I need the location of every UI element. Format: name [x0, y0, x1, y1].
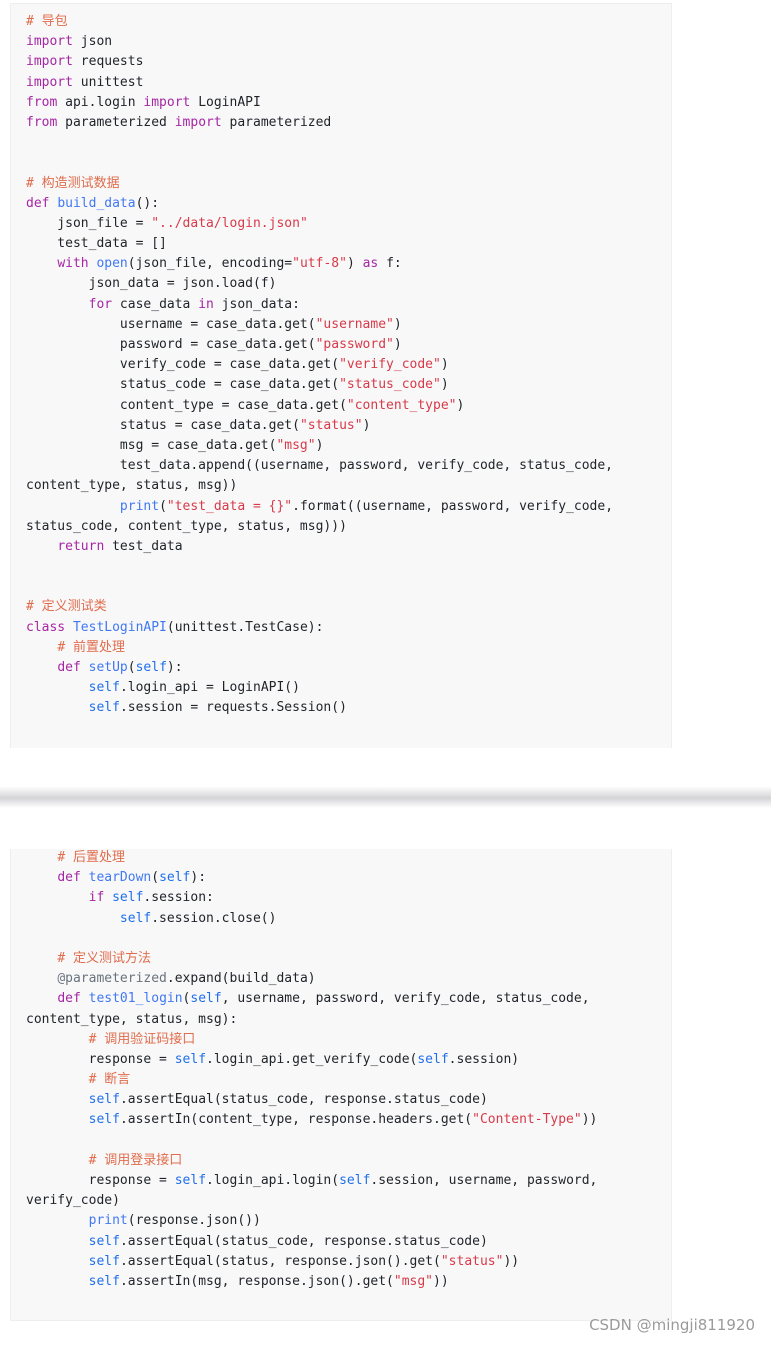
code-line: self.assertIn(msg, response.json().get("…: [88, 1273, 449, 1289]
code-line: @parameterized.expand(build_data): [57, 971, 316, 987]
code-line: # 断言: [88, 1072, 131, 1088]
code-line: response = self.login_api.login(self.ses…: [26, 1173, 598, 1188]
code-line: content_type, status, msg):: [26, 1011, 238, 1027]
code-line: self.assertEqual(status_code, response.s…: [88, 1233, 488, 1249]
code-line: self.assertEqual(status_code, response.s…: [88, 1092, 488, 1108]
code-line: def build_data():: [26, 195, 160, 211]
code-line: ​: [26, 557, 671, 577]
code-block-2: # 后置处理 def tearDown(self): if self.sessi…: [10, 849, 672, 1321]
code-line: ​: [26, 133, 671, 153]
code-line: class TestLoginAPI(unittest.TestCase):: [26, 619, 324, 635]
code-line: status = case_data.get("status"): [26, 417, 371, 433]
code-line: def tearDown(self):: [57, 870, 207, 886]
code-line: username = case_data.get("username"): [26, 316, 402, 332]
code-line: print("test_data = {}".format((username,…: [119, 498, 614, 514]
code-line: return test_data: [57, 538, 183, 554]
code-line: response = self.login_api.get_verify_cod…: [26, 1051, 520, 1067]
code-line: verify_code = case_data.get("verify_code…: [26, 357, 449, 373]
code-content: # 后置处理 def tearDown(self): if self.sessi…: [26, 848, 671, 1292]
code-block-1: # 导包 import json import requests import uni…: [10, 3, 672, 748]
code-line: self.assertEqual(status, response.json()…: [88, 1253, 520, 1269]
code-line: test_data = []: [26, 236, 167, 252]
code-line: ​: [26, 929, 671, 949]
code-line: import requests: [26, 54, 144, 70]
code-line: def test01_login(self, username, passwor…: [57, 991, 590, 1007]
code-line: content_type = case_data.get("content_ty…: [26, 397, 465, 413]
watermark: CSDN @mingji811920: [589, 1316, 755, 1334]
code-line: self.session.close(): [119, 910, 277, 926]
code-line: print(response.json()): [88, 1213, 261, 1229]
code-line: import json: [26, 34, 113, 50]
code-line: from parameterized import parameterized: [26, 114, 332, 130]
code-line: # 后置处理: [57, 850, 125, 865]
code-line: from api.login import LoginAPI: [26, 94, 261, 110]
code-line: ​: [26, 153, 671, 173]
code-line: # 调用登录接口: [88, 1152, 183, 1168]
code-line: # 调用验证码接口: [88, 1031, 196, 1047]
code-line: self.assertIn(content_type, response.hea…: [88, 1112, 598, 1128]
code-line: # 前置处理: [57, 639, 125, 655]
code-line: # 导包: [26, 14, 68, 29]
code-line: json_data = json.load(f): [26, 276, 277, 292]
code-line: test_data.append((username, password, ve…: [26, 458, 613, 474]
code-line: msg = case_data.get("msg"): [26, 437, 324, 453]
code-line: ​: [26, 577, 671, 597]
code-line: json_file = "../data/login.json": [26, 215, 308, 231]
code-line: content_type, status, msg)): [26, 478, 238, 494]
code-line: # 定义测试类: [26, 599, 107, 615]
page-divider: [0, 786, 771, 808]
code-line: for case_data in json_data:: [88, 296, 300, 312]
code-line: # 定义测试方法: [57, 950, 151, 966]
code-line: verify_code): [26, 1193, 120, 1209]
code-line: import unittest: [26, 74, 144, 90]
code-line: status_code, content_type, status, msg))…: [26, 518, 347, 534]
code-line: self.session = requests.Session(): [88, 700, 347, 716]
code-line: with open(json_file, encoding="utf-8") a…: [57, 256, 402, 272]
code-line: ​: [26, 1131, 671, 1151]
code-line: # 构造测试数据: [26, 175, 120, 191]
code-line: password = case_data.get("password"): [26, 337, 402, 352]
code-line: self.login_api = LoginAPI(): [88, 680, 300, 696]
code-content: # 导包 import json import requests import uni…: [26, 12, 671, 719]
code-line: def setUp(self):: [57, 660, 183, 675]
code-line: if self.session:: [88, 890, 214, 906]
code-line: status_code = case_data.get("status_code…: [26, 377, 449, 393]
